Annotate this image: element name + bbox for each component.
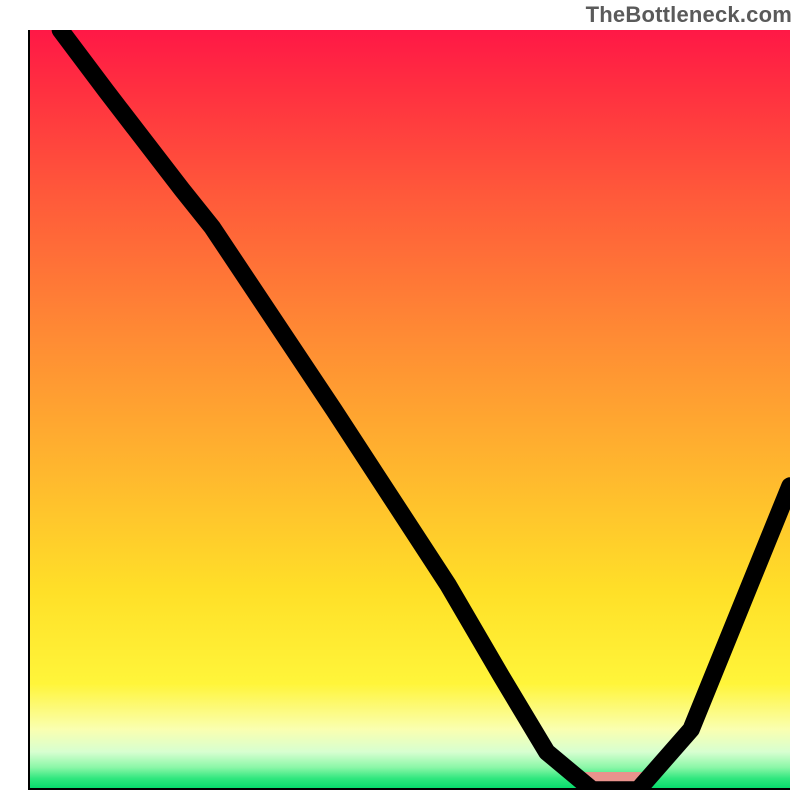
- y-axis: [28, 30, 30, 790]
- chart-container: TheBottleneck.com: [0, 0, 800, 800]
- plot-area: [30, 30, 790, 790]
- watermark-text: TheBottleneck.com: [586, 2, 792, 28]
- x-axis: [28, 788, 790, 790]
- bottleneck-curve: [30, 30, 790, 790]
